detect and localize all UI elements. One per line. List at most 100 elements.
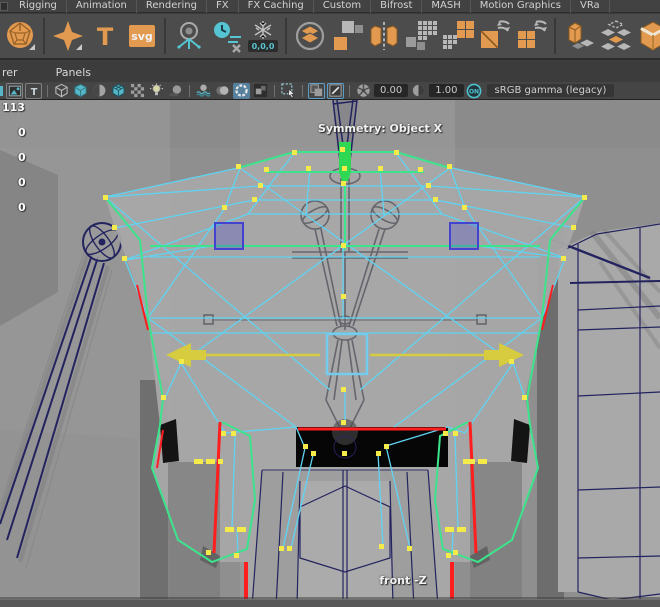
camera-name-label: front -Z bbox=[379, 574, 426, 587]
construction-locator-icon bbox=[172, 19, 206, 53]
mirror-icon bbox=[367, 19, 401, 53]
left-blue-component-box bbox=[215, 223, 243, 249]
svg-text:svg: svg bbox=[131, 30, 153, 43]
color-management-toggle[interactable]: ON bbox=[466, 83, 483, 99]
checker-icon bbox=[130, 83, 145, 98]
reverse-normals-button[interactable] bbox=[476, 16, 513, 56]
panel-menu-panels[interactable]: Panels bbox=[46, 66, 101, 79]
lightbulb-icon bbox=[149, 83, 164, 98]
textured-mode-button[interactable] bbox=[91, 83, 108, 99]
toolbar-separator bbox=[47, 85, 48, 97]
toolbar-separator bbox=[349, 85, 350, 97]
shaded-mode-button[interactable] bbox=[72, 83, 89, 99]
lighting-button[interactable] bbox=[148, 83, 165, 99]
ambient-occlusion-button[interactable] bbox=[233, 83, 250, 99]
hud-count-2: 0 bbox=[18, 151, 26, 164]
subdivide-button[interactable] bbox=[439, 16, 476, 56]
wireframe-mode-button[interactable] bbox=[53, 83, 70, 99]
menu-fx[interactable]: FX bbox=[207, 0, 239, 13]
hud-count-3: 0 bbox=[18, 176, 26, 189]
menu-rendering[interactable]: Rendering bbox=[137, 0, 207, 13]
menu-custom[interactable]: Custom bbox=[314, 0, 371, 13]
viewport-canvas[interactable] bbox=[0, 100, 660, 607]
ocean-sphere-icon bbox=[196, 83, 211, 98]
extrude-icon bbox=[562, 19, 596, 53]
hud-count-0: 113 bbox=[2, 101, 25, 114]
type-tool-button[interactable]: T bbox=[86, 16, 123, 56]
quad-tiles-icon bbox=[599, 19, 633, 53]
isolate-select-button[interactable] bbox=[280, 83, 297, 99]
layered-view-button[interactable] bbox=[308, 83, 325, 99]
freeze-transform-icon: 0,0,0 bbox=[246, 19, 280, 53]
shelf-separator bbox=[43, 18, 45, 54]
toolbar-separator bbox=[302, 85, 303, 97]
svg-text:T: T bbox=[96, 23, 113, 51]
3d-viewport[interactable]: 113 0 0 0 0 Symmetry: Object X front -Z bbox=[0, 100, 660, 607]
aperture-icon bbox=[356, 83, 371, 98]
gamma-field[interactable]: 1.00 bbox=[429, 84, 463, 97]
menu-vray[interactable]: VRa bbox=[571, 0, 610, 13]
center-pivot-icon bbox=[293, 19, 327, 53]
type-tool-icon: T bbox=[88, 19, 122, 53]
viewport-toolbar: T bbox=[0, 82, 660, 100]
ocean-button[interactable] bbox=[195, 83, 212, 99]
shelf-separator bbox=[164, 18, 166, 54]
mirror-button[interactable] bbox=[365, 16, 402, 56]
symmetry-status-label: Symmetry: Object X bbox=[318, 122, 442, 135]
extrude-button[interactable] bbox=[560, 16, 597, 56]
smooth-icon bbox=[404, 19, 438, 53]
subdivide-icon bbox=[441, 19, 475, 53]
exposure-toggle-button[interactable] bbox=[355, 83, 372, 99]
menu-animation[interactable]: Animation bbox=[67, 0, 137, 13]
quad-tiles-button[interactable] bbox=[597, 16, 634, 56]
spin-edge-button[interactable] bbox=[513, 16, 550, 56]
panel-menu-renderer[interactable]: rer bbox=[0, 66, 28, 79]
menu-mash[interactable]: MASH bbox=[422, 0, 470, 13]
wireframe-cube-icon bbox=[54, 83, 69, 98]
svg-text:0,0,0: 0,0,0 bbox=[251, 42, 274, 51]
right-blue-component-box bbox=[450, 223, 478, 249]
shelf-separator bbox=[554, 18, 556, 54]
hud-count-4: 0 bbox=[18, 201, 26, 214]
bevel-button[interactable] bbox=[634, 16, 660, 56]
on-badge-icon: ON bbox=[466, 83, 482, 99]
shadows-button[interactable] bbox=[167, 83, 184, 99]
spin-edge-icon bbox=[515, 19, 549, 53]
exposure-field[interactable]: 0.00 bbox=[374, 84, 408, 97]
smooth-button[interactable] bbox=[402, 16, 439, 56]
wireframe-on-shaded-button[interactable] bbox=[110, 83, 127, 99]
svg-tool-button[interactable]: svg bbox=[123, 16, 160, 56]
freeze-transform-button[interactable]: 0,0,0 bbox=[244, 16, 281, 56]
contrast-icon bbox=[411, 83, 426, 98]
hud-count-1: 0 bbox=[18, 126, 26, 139]
combine-icon bbox=[330, 19, 364, 53]
time-reset-icon bbox=[209, 19, 243, 53]
construction-locator-button[interactable] bbox=[170, 16, 207, 56]
use-default-material-button[interactable] bbox=[129, 83, 146, 99]
menu-fx-caching[interactable]: FX Caching bbox=[239, 0, 314, 13]
multisample-icon bbox=[253, 83, 268, 98]
main-menu-bar: Rigging Animation Rendering FX FX Cachin… bbox=[0, 0, 660, 13]
clipped-toolbar-button[interactable] bbox=[0, 83, 4, 99]
poly-sphere-button[interactable] bbox=[2, 16, 39, 56]
menu-bifrost[interactable]: Bifrost bbox=[371, 0, 422, 13]
isolate-select-icon bbox=[281, 83, 296, 98]
2d-text-button[interactable]: T bbox=[25, 83, 42, 99]
shaded-cube-icon bbox=[73, 83, 88, 98]
combine-button[interactable] bbox=[328, 16, 365, 56]
menu-rigging[interactable]: Rigging bbox=[10, 0, 67, 13]
diagonal-square-icon bbox=[328, 83, 343, 98]
view-transform-selector[interactable]: sRGB gamma (legacy) bbox=[487, 84, 615, 97]
motion-blur-button[interactable] bbox=[214, 83, 231, 99]
motion-blur-icon bbox=[215, 83, 230, 98]
shelf-separator bbox=[285, 18, 287, 54]
image-plane-button[interactable] bbox=[6, 83, 23, 99]
menu-motion-graphics[interactable]: Motion Graphics bbox=[471, 0, 571, 13]
center-pivot-button[interactable] bbox=[291, 16, 328, 56]
clipped-icon bbox=[0, 84, 4, 98]
anti-aliasing-button[interactable] bbox=[252, 83, 269, 99]
time-reset-button[interactable] bbox=[207, 16, 244, 56]
grease-pencil-button[interactable] bbox=[327, 83, 344, 99]
gamma-toggle-button[interactable] bbox=[410, 83, 427, 99]
sparkle-button[interactable] bbox=[49, 16, 86, 56]
